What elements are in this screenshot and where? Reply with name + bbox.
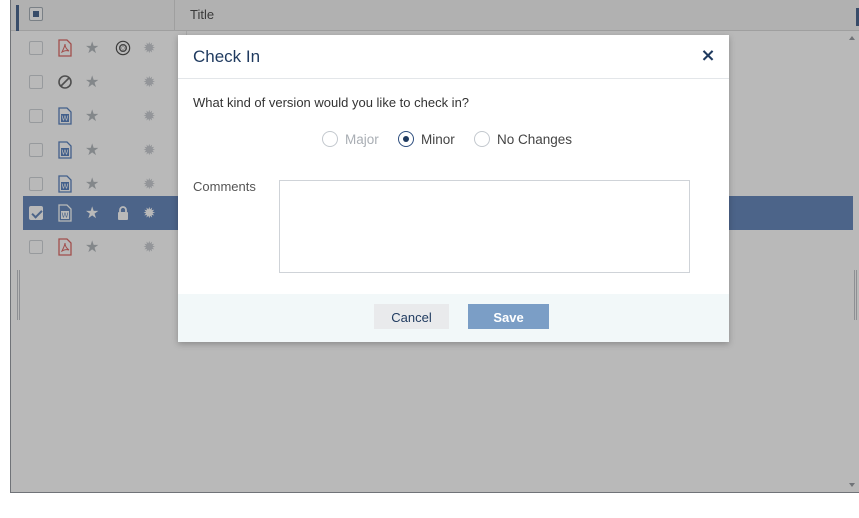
radio-circle[interactable] <box>398 131 414 147</box>
radio-circle[interactable] <box>322 131 338 147</box>
dialog-footer: Cancel Save <box>178 294 729 342</box>
radio-major[interactable]: Major <box>322 130 379 148</box>
radio-circle[interactable] <box>474 131 490 147</box>
check-in-dialog: Check In × What kind of version would yo… <box>178 35 729 342</box>
close-icon[interactable]: × <box>699 47 717 65</box>
radio-minor[interactable]: Minor <box>398 130 455 148</box>
radio-no-changes[interactable]: No Changes <box>474 130 572 148</box>
save-button[interactable]: Save <box>468 304 549 329</box>
version-question: What kind of version would you like to c… <box>193 95 470 110</box>
comments-label: Comments <box>193 179 256 194</box>
dialog-header: Check In × <box>178 35 729 79</box>
comments-field[interactable] <box>279 180 690 273</box>
dialog-title: Check In <box>193 47 261 66</box>
cancel-button[interactable]: Cancel <box>374 304 449 329</box>
radio-label: Major <box>345 131 379 147</box>
radio-label: No Changes <box>497 131 573 147</box>
radio-label: Minor <box>421 131 455 147</box>
